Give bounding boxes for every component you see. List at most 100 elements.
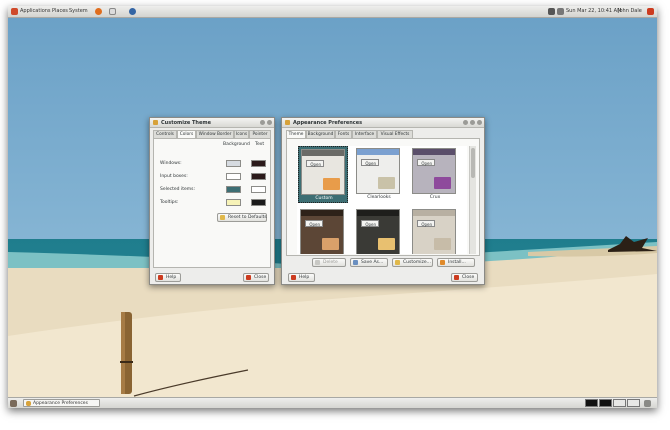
folder-icon [322,238,339,250]
thumb-open-button: Open [417,159,435,166]
folder-icon [323,178,340,190]
theme-name: Clearlooks [367,195,391,200]
theme-item[interactable]: Open [410,207,460,254]
thumb-open-button: Open [361,220,379,227]
customize-help-button[interactable]: Help [155,273,181,282]
tab-window-border[interactable]: Window Border [196,130,234,138]
close-window-icon[interactable] [267,120,272,125]
windows-bg-color[interactable] [226,160,241,167]
thumb-titlebar [413,149,455,155]
selected-text-color[interactable] [251,186,266,193]
menu-places[interactable]: Places [52,8,68,14]
scrollbar-thumb[interactable] [471,148,475,178]
taskbar-label: Appearance Preferences [33,401,88,406]
taskbar-appearance-preferences[interactable]: Appearance Preferences [23,399,100,407]
theme-icon [153,120,158,125]
theme-list-scrollbar[interactable] [469,146,476,254]
tooltips-text-color[interactable] [251,199,266,206]
tab-visual-effects[interactable]: Visual Effects [377,130,413,138]
mail-icon[interactable] [109,8,116,15]
theme-thumbnail: Open [412,209,456,254]
tab-interface[interactable]: Interface [352,130,377,138]
tab-background[interactable]: Background [306,130,335,138]
input-text-color[interactable] [251,173,266,180]
selected-bg-color[interactable] [226,186,241,193]
menu-system[interactable]: System [69,8,88,14]
folder-icon [378,238,395,250]
reset-to-defaults-button[interactable]: Reset to Defaults [217,213,267,222]
text-column-header: Text [255,142,265,147]
theme-thumbnail: Open [301,149,345,195]
volume-icon[interactable] [557,8,564,15]
workspace-1[interactable] [585,399,598,407]
customize-tabs: Controls Colors Window Border Icons Poin… [153,130,271,139]
delete-button[interactable]: Delete [312,258,346,267]
close-window-icon[interactable] [477,120,482,125]
save-icon [353,260,358,265]
close-button-icon [454,275,459,280]
theme-item[interactable]: Open Custom [298,146,348,203]
tooltips-bg-color[interactable] [226,199,241,206]
workspace-3[interactable] [613,399,626,407]
windows-text-color[interactable] [251,160,266,167]
workspace-4[interactable] [627,399,640,407]
thumb-open-button: Open [306,160,324,167]
theme-item[interactable]: Open Crux [410,146,460,203]
background-column-header: Background [223,142,250,147]
customize-close-label: Close [254,275,267,280]
theme-list: Open Custom Open Clearlooks Open Crux Op… [297,146,467,254]
appearance-title: Appearance Preferences [293,120,363,126]
appearance-help-button[interactable]: Help [288,273,315,282]
save-as-label: Save As... [361,260,384,265]
shutdown-icon[interactable] [647,8,654,15]
tab-controls[interactable]: Controls [153,130,177,138]
thumb-titlebar [302,150,344,156]
thumb-titlebar [301,210,343,216]
theme-item[interactable]: Open Clearlooks [354,146,404,203]
tab-pointer[interactable]: Pointer [249,130,271,138]
theme-pane: Open Custom Open Clearlooks Open Crux Op… [286,138,480,256]
input-bg-color[interactable] [226,173,241,180]
selected-items-label: Selected items: [160,187,195,192]
save-as-button[interactable]: Save As... [350,258,388,267]
firefox-icon[interactable] [95,8,102,15]
appearance-preferences-window: Appearance Preferences Theme Background … [281,117,485,285]
maximize-icon[interactable] [470,120,475,125]
tooltips-label: Tooltips: [160,200,179,205]
trash-icon[interactable] [644,400,651,407]
folder-icon [378,177,395,189]
reset-label: Reset to Defaults [228,215,267,220]
folder-icon [434,238,451,250]
user-name[interactable]: John Dale [618,8,642,14]
customize-icon [395,260,400,265]
appearance-titlebar[interactable]: Appearance Preferences [282,118,484,128]
theme-name: Custom [315,196,333,201]
customize-close-button[interactable]: Close [243,273,269,282]
menu-applications[interactable]: Applications [20,8,51,14]
network-icon[interactable] [548,8,555,15]
minimize-icon[interactable] [260,120,265,125]
show-desktop-icon[interactable] [10,400,17,407]
tab-icons[interactable]: Icons [234,130,249,138]
gnome-foot-icon[interactable] [11,8,18,15]
theme-item[interactable]: Open [298,207,348,254]
minimize-icon[interactable] [463,120,468,125]
theme-thumbnail: Open [356,148,400,194]
delete-label: Delete [323,260,338,265]
bottom-panel: Appearance Preferences [8,397,657,408]
theme-thumbnail: Open [356,209,400,254]
customize-button[interactable]: Customize... [392,258,433,267]
workspace-2[interactable] [599,399,612,407]
theme-item[interactable]: Open [354,207,404,254]
delete-icon [315,260,320,265]
appearance-tabs: Theme Background Fonts Interface Visual … [286,130,416,139]
install-label: Install... [448,260,466,265]
revert-icon [220,215,225,220]
tab-fonts[interactable]: Fonts [335,130,352,138]
clock[interactable]: Sun Mar 22, 10:41 AM [566,8,621,14]
help-icon[interactable] [129,8,136,15]
theme-name: Crux [429,195,441,200]
appearance-close-button[interactable]: Close [451,273,478,282]
install-button[interactable]: Install... [437,258,475,267]
customize-titlebar[interactable]: Customize Theme [150,118,274,128]
